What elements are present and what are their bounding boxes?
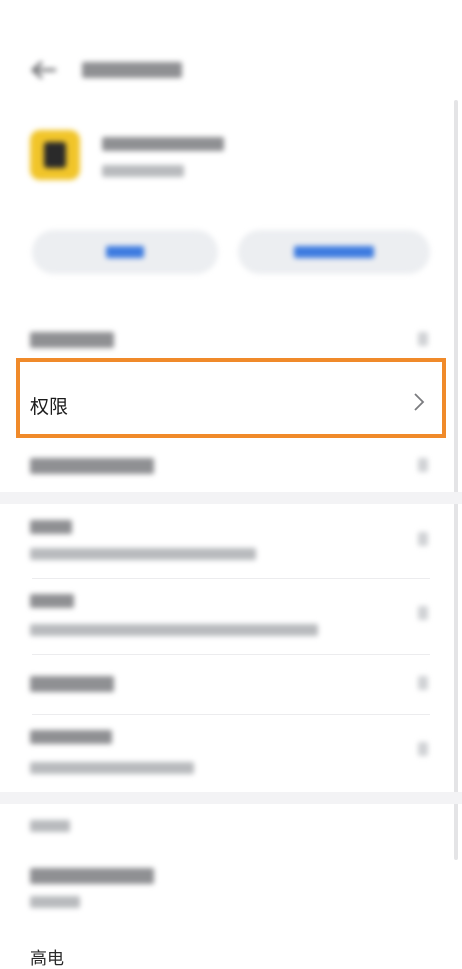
list-item[interactable] bbox=[0, 722, 462, 788]
list-item[interactable] bbox=[0, 668, 462, 708]
section-divider bbox=[0, 792, 462, 804]
section-header bbox=[0, 812, 462, 842]
force-stop-button[interactable] bbox=[238, 230, 430, 274]
app-version bbox=[102, 162, 184, 181]
row-divider bbox=[32, 714, 430, 715]
permission-item[interactable]: 权限 bbox=[16, 358, 446, 438]
row-divider bbox=[32, 578, 430, 579]
permission-label: 权限 bbox=[30, 396, 69, 418]
open-button[interactable] bbox=[32, 230, 218, 274]
row-divider bbox=[32, 654, 430, 655]
section-divider bbox=[0, 492, 462, 504]
arrow-left-icon[interactable] bbox=[30, 60, 58, 80]
app-info-header bbox=[0, 40, 462, 100]
list-item[interactable] bbox=[0, 586, 462, 654]
page-title bbox=[82, 62, 182, 82]
storage-item[interactable] bbox=[0, 320, 462, 358]
list-item[interactable] bbox=[0, 862, 462, 922]
footer-text: 高电 bbox=[30, 949, 64, 969]
app-summary bbox=[0, 118, 462, 198]
app-icon bbox=[30, 130, 80, 180]
chevron-right-icon bbox=[414, 393, 425, 411]
notification-item[interactable] bbox=[0, 448, 462, 484]
app-name bbox=[102, 136, 224, 155]
list-item[interactable] bbox=[0, 512, 462, 578]
